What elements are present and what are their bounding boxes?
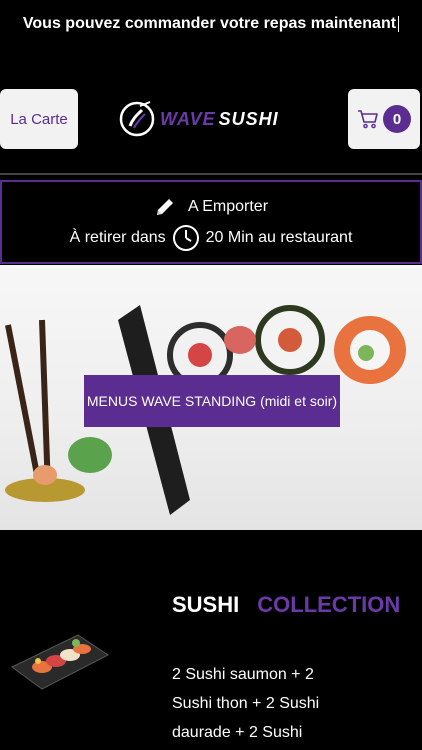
notice-banner: Vous pouvez commander votre repas mainte… [0,0,422,48]
hero-banner: MENUS WAVE STANDING (midi et soir) [0,265,422,530]
order-info-box[interactable]: A Emporter À retirer dans 20 Min au rest… [0,180,422,264]
collection-description: 2 Sushi saumon + 2 Sushi thon + 2 Sushi … [172,666,320,741]
sushi-plate-image[interactable] [8,625,112,695]
order-mode-row: A Emporter [2,196,420,218]
collection-title-purple: COLLECTION [257,592,401,617]
logo-wave-text: WAVE [160,108,216,129]
pencil-icon [156,199,173,215]
cart-button[interactable]: 0 [348,89,420,149]
pickup-prefix-text: À retirer dans [69,229,166,246]
order-mode-text: A Emporter [187,198,269,215]
logo-text: WAVE SUSHI [160,109,279,130]
logo[interactable]: WAVE SUSHI [118,98,308,140]
menus-wave-standing-button[interactable]: MENUS WAVE STANDING (midi et soir) [84,375,340,427]
divider [0,173,422,175]
sushi-collection-section: SUSHI COLLECTION 2 Sushi saumon + 2 Sush… [0,530,422,750]
clock-icon [172,225,199,251]
cart-icon [358,110,378,129]
collection-title: SUSHI COLLECTION [172,592,400,618]
header: La Carte WAVE SUSHI 0 [0,88,422,150]
logo-sushi-text: SUSHI [218,108,279,129]
logo-mark-icon [119,101,155,137]
collection-title-white: SUSHI [172,592,240,617]
notice-text: Vous pouvez commander votre repas mainte… [22,15,397,32]
pickup-suffix-text: 20 Min au restaurant [205,229,353,246]
cart-count-badge: 0 [383,105,411,133]
pickup-time-row: À retirer dans 20 Min au restaurant [2,224,420,252]
text-caret [398,16,400,32]
menu-button[interactable]: La Carte [0,89,78,149]
